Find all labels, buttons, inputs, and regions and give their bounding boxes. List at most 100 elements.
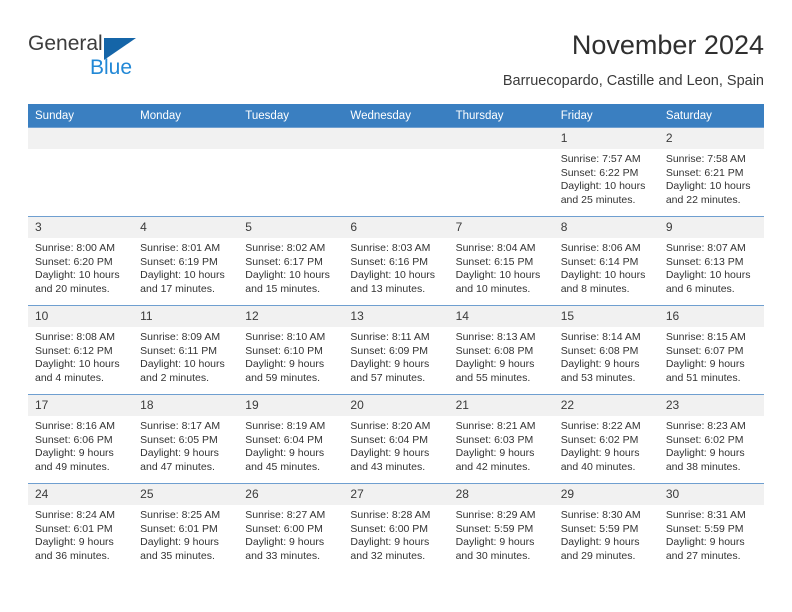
day-number: 14	[448, 306, 554, 327]
sunrise-text: Sunrise: 8:11 AM	[350, 331, 430, 343]
day-cell[interactable]: 14 Sunrise: 8:13 AM Sunset: 6:08 PM Dayl…	[448, 305, 554, 395]
sunrise-text: Sunrise: 8:22 AM	[560, 420, 641, 432]
day-details: Sunrise: 8:16 AM Sunset: 6:06 PM Dayligh…	[28, 416, 133, 474]
weekday-header-thursday: Thursday	[448, 104, 554, 128]
day-details: Sunrise: 8:31 AM Sunset: 5:59 PM Dayligh…	[659, 505, 764, 563]
sunrise-text: Sunrise: 8:02 AM	[245, 242, 326, 254]
day-details: Sunrise: 8:28 AM Sunset: 6:00 PM Dayligh…	[343, 505, 448, 563]
daylight-text-line2: and 53 minutes.	[560, 371, 636, 384]
daylight-text-line1: Daylight: 9 hours	[560, 447, 640, 460]
day-cell	[238, 127, 344, 217]
daylight-text-line1: Daylight: 9 hours	[35, 447, 114, 460]
daylight-text-line2: and 17 minutes.	[140, 282, 215, 295]
day-cell[interactable]: 2 Sunrise: 7:58 AM Sunset: 6:21 PM Dayli…	[658, 127, 764, 217]
day-cell[interactable]: 11 Sunrise: 8:09 AM Sunset: 6:11 PM Dayl…	[133, 305, 239, 395]
day-cell[interactable]: 6 Sunrise: 8:03 AM Sunset: 6:16 PM Dayli…	[343, 216, 449, 306]
sunrise-text: Sunrise: 8:09 AM	[140, 331, 221, 343]
daylight-text-line1: Daylight: 9 hours	[455, 536, 535, 549]
day-cell[interactable]: 30 Sunrise: 8:31 AM Sunset: 5:59 PM Dayl…	[658, 483, 764, 573]
day-details: Sunrise: 8:21 AM Sunset: 6:03 PM Dayligh…	[449, 416, 554, 474]
daylight-text-line2: and 49 minutes.	[35, 460, 110, 473]
day-number: 18	[133, 395, 239, 416]
day-number: 13	[343, 306, 449, 327]
day-cell[interactable]: 1 Sunrise: 7:57 AM Sunset: 6:22 PM Dayli…	[553, 127, 659, 217]
sunset-text: Sunset: 6:09 PM	[350, 344, 429, 357]
day-cell[interactable]: 22 Sunrise: 8:22 AM Sunset: 6:02 PM Dayl…	[553, 394, 659, 484]
daylight-text-line1: Daylight: 10 hours	[665, 180, 751, 193]
daylight-text-line1: Daylight: 10 hours	[350, 269, 436, 282]
daylight-text-line1: Daylight: 10 hours	[560, 180, 646, 193]
daylight-text-line1: Daylight: 10 hours	[455, 269, 541, 282]
day-cell[interactable]: 24 Sunrise: 8:24 AM Sunset: 6:01 PM Dayl…	[28, 483, 134, 573]
day-cell[interactable]: 23 Sunrise: 8:23 AM Sunset: 6:02 PM Dayl…	[658, 394, 764, 484]
day-cell[interactable]: 28 Sunrise: 8:29 AM Sunset: 5:59 PM Dayl…	[448, 483, 554, 573]
sunrise-text: Sunrise: 8:21 AM	[455, 420, 536, 432]
day-number: 23	[658, 395, 764, 416]
day-details: Sunrise: 8:17 AM Sunset: 6:05 PM Dayligh…	[133, 416, 238, 474]
day-cell[interactable]: 9 Sunrise: 8:07 AM Sunset: 6:13 PM Dayli…	[658, 216, 764, 306]
sunset-text: Sunset: 6:01 PM	[140, 522, 218, 535]
day-cell[interactable]: 15 Sunrise: 8:14 AM Sunset: 6:08 PM Dayl…	[553, 305, 659, 395]
day-cell[interactable]: 7 Sunrise: 8:04 AM Sunset: 6:15 PM Dayli…	[448, 216, 554, 306]
day-details: Sunrise: 8:22 AM Sunset: 6:02 PM Dayligh…	[554, 416, 659, 474]
daylight-text-line1: Daylight: 9 hours	[140, 536, 219, 549]
day-cell[interactable]: 29 Sunrise: 8:30 AM Sunset: 5:59 PM Dayl…	[553, 483, 659, 573]
calendar-week-row: 17 Sunrise: 8:16 AM Sunset: 6:06 PM Dayl…	[28, 394, 764, 484]
day-details: Sunrise: 7:58 AM Sunset: 6:21 PM Dayligh…	[659, 149, 764, 207]
day-cell[interactable]: 21 Sunrise: 8:21 AM Sunset: 6:03 PM Dayl…	[448, 394, 554, 484]
day-number: 27	[343, 484, 449, 505]
sunset-text: Sunset: 6:01 PM	[35, 522, 113, 535]
daylight-text-line2: and 15 minutes.	[245, 282, 320, 295]
day-cell[interactable]: 4 Sunrise: 8:01 AM Sunset: 6:19 PM Dayli…	[133, 216, 239, 306]
day-cell[interactable]: 25 Sunrise: 8:25 AM Sunset: 6:01 PM Dayl…	[133, 483, 239, 573]
day-cell[interactable]: 10 Sunrise: 8:08 AM Sunset: 6:12 PM Dayl…	[28, 305, 134, 395]
sunrise-text: Sunrise: 8:24 AM	[35, 509, 115, 521]
day-details: Sunrise: 8:20 AM Sunset: 6:04 PM Dayligh…	[343, 416, 448, 474]
day-number: 8	[553, 217, 659, 238]
day-details: Sunrise: 8:23 AM Sunset: 6:02 PM Dayligh…	[659, 416, 764, 474]
day-cell[interactable]: 18 Sunrise: 8:17 AM Sunset: 6:05 PM Dayl…	[133, 394, 239, 484]
day-cell[interactable]: 13 Sunrise: 8:11 AM Sunset: 6:09 PM Dayl…	[343, 305, 449, 395]
day-cell[interactable]: 12 Sunrise: 8:10 AM Sunset: 6:10 PM Dayl…	[238, 305, 344, 395]
day-cell[interactable]: 3 Sunrise: 8:00 AM Sunset: 6:20 PM Dayli…	[28, 216, 134, 306]
daylight-text-line1: Daylight: 9 hours	[350, 358, 430, 371]
day-cell[interactable]: 19 Sunrise: 8:19 AM Sunset: 6:04 PM Dayl…	[238, 394, 344, 484]
day-cell[interactable]: 5 Sunrise: 8:02 AM Sunset: 6:17 PM Dayli…	[238, 216, 344, 306]
day-number: 22	[553, 395, 659, 416]
day-details: Sunrise: 8:03 AM Sunset: 6:16 PM Dayligh…	[343, 238, 448, 296]
day-cell[interactable]: 26 Sunrise: 8:27 AM Sunset: 6:00 PM Dayl…	[238, 483, 344, 573]
daylight-text-line1: Daylight: 9 hours	[560, 536, 640, 549]
daylight-text-line1: Daylight: 9 hours	[245, 358, 325, 371]
daylight-text-line1: Daylight: 10 hours	[140, 269, 225, 282]
day-cell[interactable]: 16 Sunrise: 8:15 AM Sunset: 6:07 PM Dayl…	[658, 305, 764, 395]
day-number: 24	[28, 484, 134, 505]
sunrise-text: Sunrise: 8:30 AM	[560, 509, 641, 521]
day-number	[133, 128, 239, 149]
daylight-text-line1: Daylight: 9 hours	[350, 536, 430, 549]
sunset-text: Sunset: 6:10 PM	[245, 344, 323, 357]
day-cell[interactable]: 8 Sunrise: 8:06 AM Sunset: 6:14 PM Dayli…	[553, 216, 659, 306]
daylight-text-line1: Daylight: 9 hours	[665, 536, 745, 549]
sunrise-text: Sunrise: 8:13 AM	[455, 331, 536, 343]
daylight-text-line1: Daylight: 9 hours	[245, 447, 325, 460]
sunrise-text: Sunrise: 8:15 AM	[665, 331, 746, 343]
daylight-text-line2: and 8 minutes.	[560, 282, 630, 295]
daylight-text-line1: Daylight: 9 hours	[455, 447, 535, 460]
sunrise-text: Sunrise: 8:25 AM	[140, 509, 221, 521]
day-details: Sunrise: 8:00 AM Sunset: 6:20 PM Dayligh…	[28, 238, 133, 296]
day-number: 2	[658, 128, 764, 149]
day-cell[interactable]: 17 Sunrise: 8:16 AM Sunset: 6:06 PM Dayl…	[28, 394, 134, 484]
day-cell[interactable]: 27 Sunrise: 8:28 AM Sunset: 6:00 PM Dayl…	[343, 483, 449, 573]
daylight-text-line2: and 29 minutes.	[560, 549, 636, 562]
daylight-text-line1: Daylight: 9 hours	[350, 447, 430, 460]
general-blue-logo[interactable]: General Blue	[28, 32, 158, 84]
page-title: November 2024	[571, 30, 764, 60]
day-details: Sunrise: 8:19 AM Sunset: 6:04 PM Dayligh…	[238, 416, 343, 474]
sunset-text: Sunset: 6:03 PM	[455, 433, 534, 446]
day-number: 7	[448, 217, 554, 238]
sunset-text: Sunset: 6:02 PM	[560, 433, 639, 446]
day-cell[interactable]: 20 Sunrise: 8:20 AM Sunset: 6:04 PM Dayl…	[343, 394, 449, 484]
day-details: Sunrise: 8:11 AM Sunset: 6:09 PM Dayligh…	[343, 327, 448, 385]
sunrise-text: Sunrise: 7:57 AM	[560, 153, 641, 165]
logo-text-blue: Blue	[90, 56, 133, 79]
